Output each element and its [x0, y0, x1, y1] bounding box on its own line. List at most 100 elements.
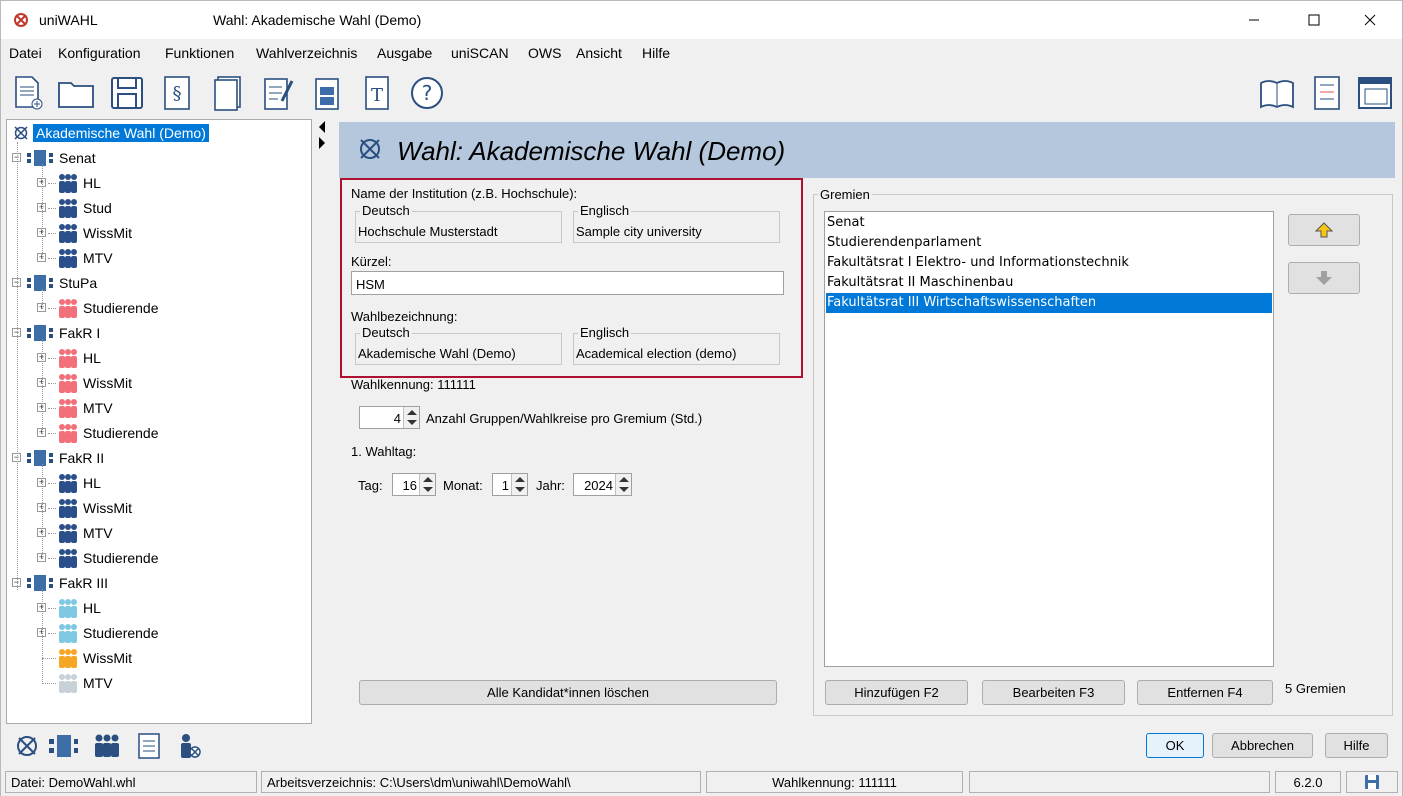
gremium-icon: [27, 325, 53, 341]
tree-group[interactable]: Studierende: [57, 622, 159, 644]
gremium-tool-button[interactable]: [48, 731, 78, 761]
tree-group[interactable]: WissMit: [57, 647, 132, 669]
tree-group[interactable]: Studierende: [57, 547, 159, 569]
menu-uniscan[interactable]: uniSCAN: [451, 45, 509, 61]
tree-gremium[interactable]: FakR I: [27, 322, 100, 344]
app-window: uniWAHL Wahl: Akademische Wahl (Demo) Da…: [0, 0, 1403, 796]
spinner-arrows[interactable]: [419, 474, 435, 495]
tree-group[interactable]: MTV: [57, 247, 113, 269]
tag-value: 16: [402, 478, 417, 493]
anzahl-gruppen-spinner[interactable]: 4: [359, 406, 420, 429]
tree-group-label: WissMit: [83, 375, 132, 391]
tree-group[interactable]: Studierende: [57, 297, 159, 319]
remove-gremium-button[interactable]: Entfernen F4: [1137, 680, 1273, 705]
cancel-button[interactable]: Abbrechen: [1212, 733, 1313, 758]
tree-connector: [48, 208, 56, 209]
gremium-list-item[interactable]: Senat: [826, 213, 1272, 233]
tree-gremium[interactable]: FakR III: [27, 572, 108, 594]
gremium-list-item[interactable]: Studierendenparlament: [826, 233, 1272, 253]
menu-wahlverzeichnis[interactable]: Wahlverzeichnis: [256, 45, 357, 61]
spinner-arrows[interactable]: [403, 407, 419, 428]
tree-connector: [17, 142, 18, 590]
help-button[interactable]: ?: [408, 74, 446, 112]
candidate-tool-button[interactable]: [174, 731, 204, 761]
anzahl-label: Anzahl Gruppen/Wahlkreise pro Gremium (S…: [426, 411, 703, 426]
election-tree[interactable]: Akademische Wahl (Demo) − Senat + HL + Stud + Wi…: [6, 119, 312, 724]
tree-group[interactable]: HL: [57, 347, 101, 369]
tree-gremium[interactable]: StuPa: [27, 272, 97, 294]
tree-group-label: Studierende: [83, 300, 159, 316]
spinner-arrows[interactable]: [615, 474, 631, 495]
tree-gremium[interactable]: FakR II: [27, 447, 104, 469]
text-template-button[interactable]: T: [358, 74, 396, 112]
status-save-indicator[interactable]: [1346, 771, 1398, 793]
open-folder-button[interactable]: [57, 74, 95, 112]
tree-connector: [48, 533, 56, 534]
tree-group[interactable]: HL: [57, 172, 101, 194]
save-icon: [111, 77, 143, 109]
tree-group[interactable]: MTV: [57, 522, 113, 544]
down-arrow-icon: [515, 487, 525, 492]
move-up-button[interactable]: [1288, 214, 1360, 246]
document-button[interactable]: [209, 74, 247, 112]
status-workdir: Arbeitsverzeichnis: C:\Users\dm\uniwahl\…: [261, 771, 701, 793]
help-dialog-button[interactable]: Hilfe: [1325, 733, 1388, 758]
tree-group-label: MTV: [83, 250, 113, 266]
ballot-box-button[interactable]: [308, 74, 346, 112]
menu-ows[interactable]: OWS: [528, 45, 561, 61]
people-group-icon: [59, 524, 77, 543]
tree-group[interactable]: WissMit: [57, 372, 132, 394]
maximize-button[interactable]: [1291, 1, 1337, 39]
tree-connector: [42, 589, 43, 684]
close-icon: [1364, 14, 1376, 26]
gremium-list-item[interactable]: Fakultätsrat III Wirtschaftswissenschaft…: [826, 293, 1272, 313]
page-title: Wahl: Akademische Wahl (Demo): [397, 136, 786, 166]
menu-datei[interactable]: Datei: [9, 45, 42, 61]
edit-gremium-button[interactable]: Bearbeiten F3: [982, 680, 1125, 705]
group-tool-button[interactable]: [92, 731, 122, 761]
tree-group[interactable]: Studierende: [57, 422, 159, 444]
save-button[interactable]: [108, 74, 146, 112]
delete-candidates-button[interactable]: Alle Kandidat*innen löschen: [359, 680, 777, 705]
menu-ansicht[interactable]: Ansicht: [576, 45, 622, 61]
menu-hilfe[interactable]: Hilfe: [642, 45, 670, 61]
tree-connector: [48, 358, 56, 359]
menu-ausgabe[interactable]: Ausgabe: [377, 45, 432, 61]
law-paragraph-button[interactable]: §: [158, 74, 196, 112]
add-gremium-button[interactable]: Hinzufügen F2: [825, 680, 968, 705]
monat-spinner[interactable]: 1: [492, 473, 528, 496]
tree-connector: [42, 464, 43, 559]
close-button[interactable]: [1347, 1, 1393, 39]
tree-group[interactable]: MTV: [57, 672, 113, 694]
tree-group-label: MTV: [83, 525, 113, 541]
menu-konfiguration[interactable]: Konfiguration: [58, 45, 141, 61]
spinner-arrows[interactable]: [511, 474, 527, 495]
checklist-button[interactable]: [1308, 74, 1346, 112]
windows-button[interactable]: [1356, 74, 1394, 112]
edit-list-button[interactable]: [259, 74, 297, 112]
tree-group[interactable]: Stud: [57, 197, 112, 219]
tree-root[interactable]: Akademische Wahl (Demo): [13, 122, 209, 144]
tag-spinner[interactable]: 16: [392, 473, 436, 496]
minimize-button[interactable]: [1231, 1, 1277, 39]
tree-group[interactable]: HL: [57, 472, 101, 494]
list-tool-button[interactable]: [134, 731, 164, 761]
gremium-list-item[interactable]: Fakultätsrat I Elektro- und Informations…: [826, 253, 1272, 273]
panel-splitter[interactable]: [317, 119, 327, 153]
tree-group[interactable]: WissMit: [57, 497, 132, 519]
tree-gremium[interactable]: Senat: [27, 147, 96, 169]
gremien-list[interactable]: Senat Studierendenparlament Fakultätsrat I…: [824, 211, 1274, 667]
jahr-spinner[interactable]: 2024: [573, 473, 632, 496]
gremium-list-item[interactable]: Fakultätsrat II Maschinenbau: [826, 273, 1272, 293]
tree-group[interactable]: WissMit: [57, 222, 132, 244]
status-bar: Datei: DemoWahl.whl Arbeitsverzeichnis: …: [1, 768, 1402, 796]
menu-funktionen[interactable]: Funktionen: [165, 45, 234, 61]
tree-group[interactable]: MTV: [57, 397, 113, 419]
minimize-icon: [1249, 19, 1259, 21]
election-tool-button[interactable]: [12, 731, 42, 761]
move-down-button[interactable]: [1288, 262, 1360, 294]
manual-button[interactable]: [1258, 74, 1296, 112]
new-file-button[interactable]: [9, 74, 47, 112]
ok-button[interactable]: OK: [1146, 733, 1204, 758]
tree-group[interactable]: HL: [57, 597, 101, 619]
